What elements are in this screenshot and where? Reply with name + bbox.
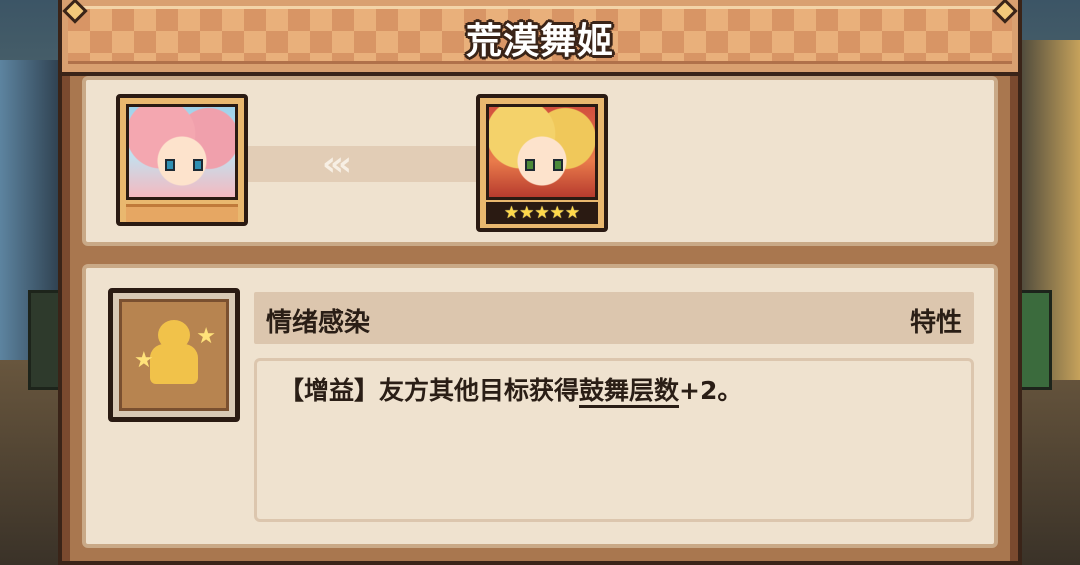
skill-name: 情绪感染	[266, 308, 371, 338]
skill-description: 【增益】友方其他目标获得鼓舞层数+2。	[279, 375, 949, 408]
blonde-hair-character-icon	[486, 104, 598, 200]
base-form-portrait[interactable]	[116, 94, 248, 226]
eye-right	[193, 159, 203, 171]
portrait-frame-bottom	[126, 204, 238, 222]
title-banner: 荒漠舞姬	[58, 0, 1022, 76]
page-title: 荒漠舞姬	[465, 21, 614, 62]
eye-left	[165, 159, 175, 171]
skill-icon-frame[interactable]: ★ ★	[108, 288, 240, 422]
sparkle-icon: ★	[134, 348, 154, 373]
figure-body	[150, 344, 198, 384]
right-side-tab[interactable]	[1018, 290, 1052, 390]
evolution-arrows-icon: ‹‹‹	[322, 144, 352, 184]
description-prefix: 【增益】友方其他目标获得	[279, 376, 580, 405]
skill-type-label: 特性	[909, 308, 962, 338]
eye-right	[553, 159, 563, 171]
eye-left	[525, 159, 535, 171]
evolution-arrow-track: ‹‹‹	[246, 146, 486, 182]
skill-header: 情绪感染 特性	[254, 292, 974, 344]
skill-description-box: 【增益】友方其他目标获得鼓舞层数+2。	[254, 358, 974, 522]
keyword-link[interactable]: 鼓舞层数	[579, 376, 680, 408]
evolution-section: ‹‹‹ ★★★★★	[82, 76, 998, 246]
skill-icon-background: ★ ★	[119, 299, 229, 411]
left-side-tab[interactable]	[28, 290, 62, 390]
pink-hair-character-icon	[126, 104, 238, 200]
evolved-form-portrait[interactable]: ★★★★★	[476, 94, 608, 232]
sparkle-icon: ★	[196, 324, 216, 349]
star-rating-icon: ★★★★★	[486, 202, 598, 224]
skill-section: ★ ★ 情绪感染 特性 【增益】友方其他目标获得鼓舞层数+2。	[82, 264, 998, 548]
description-suffix: +2。	[679, 376, 743, 405]
golden-figure-icon: ★ ★	[134, 320, 216, 390]
